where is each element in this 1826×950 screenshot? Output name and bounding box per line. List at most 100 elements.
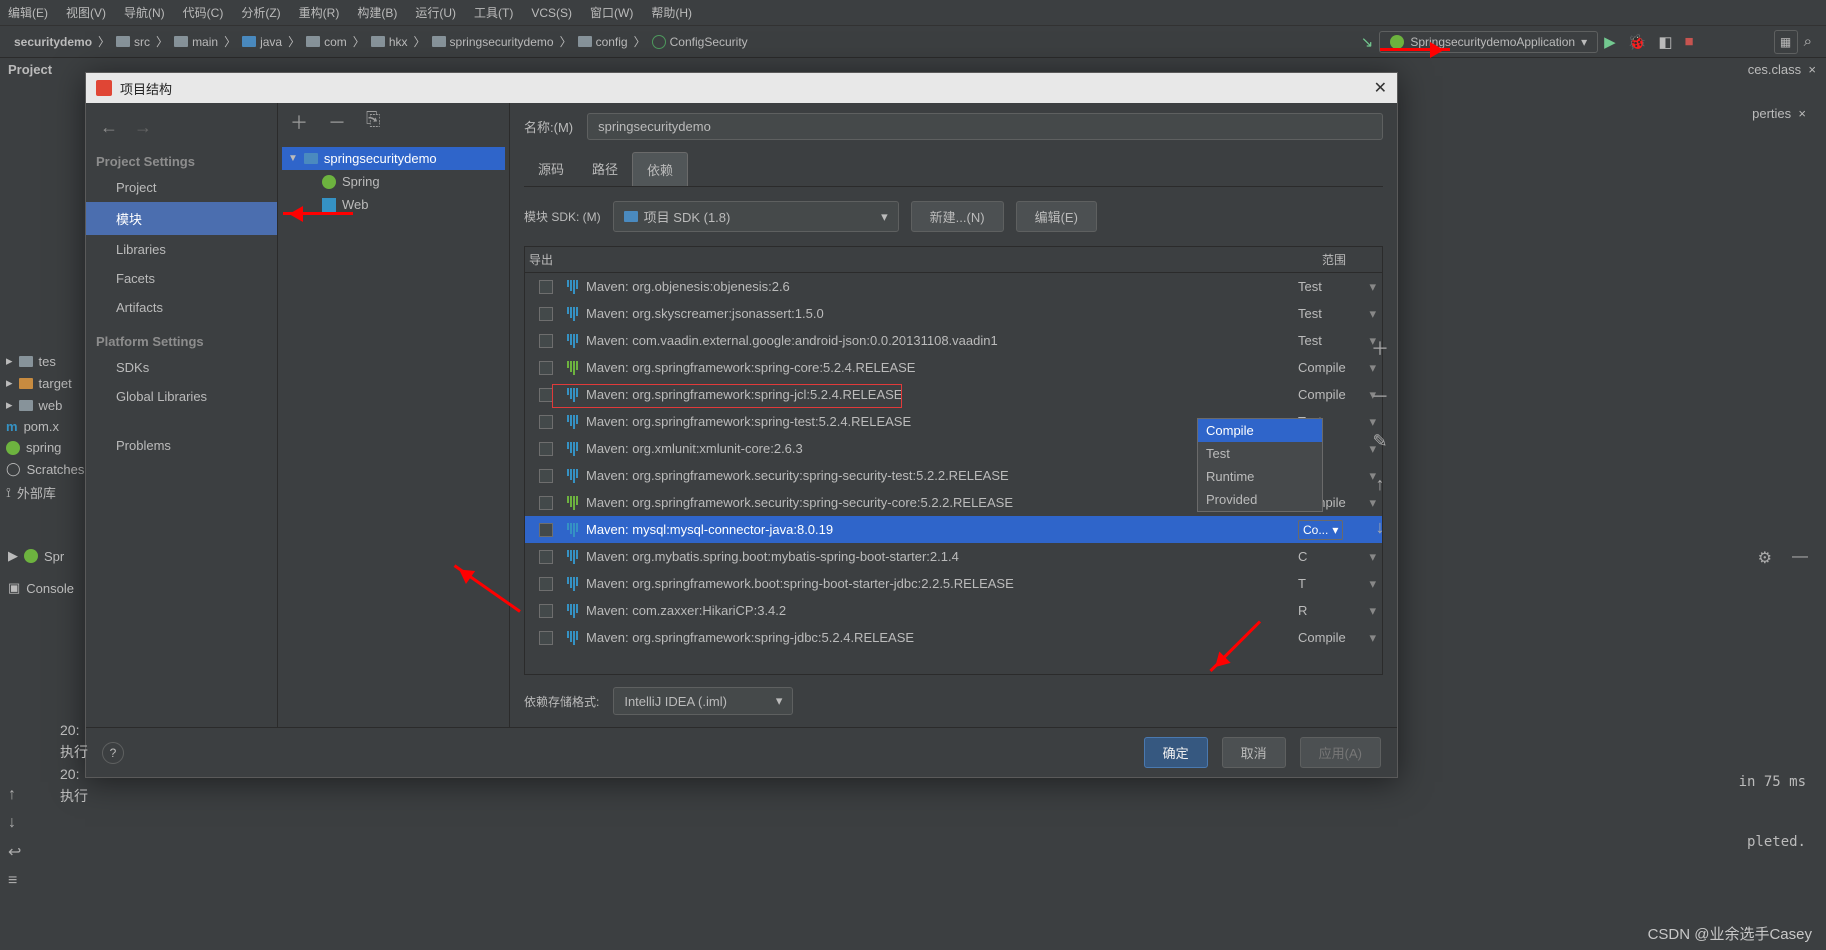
export-checkbox[interactable] [539, 415, 553, 429]
breadcrumb-hkx[interactable]: hkx [365, 35, 414, 49]
tab-paths[interactable]: 路径 [578, 152, 632, 186]
menu-code[interactable]: 代码(C) [183, 4, 224, 21]
scope-select[interactable]: Co... ▾ [1298, 520, 1343, 540]
dep-up-icon[interactable]: ↑ [1376, 474, 1385, 495]
module-root[interactable]: ▼springsecuritydemo [282, 147, 505, 170]
dep-scope[interactable]: Compile ▾ [1292, 630, 1382, 646]
export-checkbox[interactable] [539, 631, 553, 645]
dep-down-icon[interactable]: ↓ [1376, 517, 1385, 538]
menu-view[interactable]: 视图(V) [66, 4, 106, 21]
forward-icon[interactable]: → [134, 117, 152, 138]
export-checkbox[interactable] [539, 469, 553, 483]
gear-icon[interactable]: ⚙ [1758, 548, 1772, 568]
sdk-new-button[interactable]: 新建...(N) [911, 201, 1004, 232]
nav-problems[interactable]: Problems [86, 431, 277, 460]
export-checkbox[interactable] [539, 388, 553, 402]
breadcrumb-config[interactable]: config [572, 35, 634, 49]
breadcrumb-main[interactable]: main [168, 35, 224, 49]
collapse-icon[interactable]: — [1792, 548, 1808, 568]
nav-libraries[interactable]: Libraries [86, 235, 277, 264]
dep-add-icon[interactable]: ＋ [1371, 335, 1389, 361]
add-icon[interactable]: ＋ [290, 109, 308, 135]
export-checkbox[interactable] [539, 334, 553, 348]
close-icon[interactable]: ✕ [1374, 78, 1387, 98]
tree-spring[interactable]: spring [6, 437, 84, 458]
dep-row[interactable]: Maven: org.objenesis:objenesis:2.6 Test … [525, 273, 1382, 300]
export-checkbox[interactable] [539, 496, 553, 510]
dep-scope[interactable]: C ▾ [1292, 549, 1382, 565]
export-checkbox[interactable] [539, 577, 553, 591]
export-checkbox[interactable] [539, 361, 553, 375]
breadcrumb-class[interactable]: ConfigSecurity [646, 35, 754, 49]
facet-spring[interactable]: Spring [282, 170, 505, 193]
run-tab[interactable]: ▶ Spr [8, 548, 64, 564]
menu-window[interactable]: 窗口(W) [590, 4, 633, 21]
dep-scope[interactable]: R ▾ [1292, 603, 1382, 619]
dep-row[interactable]: Maven: org.springframework.boot:spring-b… [525, 570, 1382, 597]
dep-scope[interactable]: Test ▾ [1292, 279, 1382, 295]
nav-global-libs[interactable]: Global Libraries [86, 382, 277, 411]
menu-help[interactable]: 帮助(H) [651, 4, 692, 21]
remove-icon[interactable]: － [328, 109, 346, 135]
store-select[interactable]: IntelliJ IDEA (.iml)▾ [613, 687, 793, 715]
tree-web[interactable]: ▸ web [6, 394, 84, 416]
scope-opt-runtime[interactable]: Runtime [1198, 465, 1322, 488]
scope-opt-test[interactable]: Test [1198, 442, 1322, 465]
dep-scope[interactable]: T ▾ [1292, 576, 1382, 592]
menu-nav[interactable]: 导航(N) [124, 4, 165, 21]
export-checkbox[interactable] [539, 604, 553, 618]
play-icon[interactable]: ▶ [1598, 33, 1622, 51]
editor-tab-2[interactable]: perties × [1752, 106, 1806, 121]
module-name-input[interactable] [587, 113, 1383, 140]
hammer-icon[interactable]: ↘ [1355, 33, 1380, 51]
tab-dependencies[interactable]: 依赖 [632, 152, 688, 186]
sdk-select[interactable]: 项目 SDK (1.8)▾ [613, 201, 899, 232]
dep-row[interactable]: Maven: com.zaxxer:HikariCP:3.4.2 R ▾ [525, 597, 1382, 624]
breadcrumb-com[interactable]: com [300, 35, 353, 49]
project-structure-icon[interactable]: ▦ [1774, 30, 1798, 54]
dep-row[interactable]: Maven: org.skyscreamer:jsonassert:1.5.0 … [525, 300, 1382, 327]
breadcrumb-src[interactable]: src [110, 35, 156, 49]
menu-vcs[interactable]: VCS(S) [531, 6, 572, 20]
nav-sdks[interactable]: SDKs [86, 353, 277, 382]
breadcrumb-java[interactable]: java [236, 35, 288, 49]
nav-artifacts[interactable]: Artifacts [86, 293, 277, 322]
tree-target[interactable]: ▸ target [6, 372, 84, 394]
scope-opt-compile[interactable]: Compile [1198, 419, 1322, 442]
menu-analyze[interactable]: 分析(Z) [241, 4, 280, 21]
dep-row[interactable]: Maven: org.springframework:spring-jcl:5.… [525, 381, 1382, 408]
export-checkbox[interactable] [539, 280, 553, 294]
export-checkbox[interactable] [539, 523, 553, 537]
menu-run[interactable]: 运行(U) [415, 4, 456, 21]
dep-remove-icon[interactable]: － [1371, 383, 1389, 409]
debug-icon[interactable]: 🐞 [1622, 33, 1653, 51]
menu-refactor[interactable]: 重构(R) [299, 4, 340, 21]
menu-edit[interactable]: 编辑(E) [8, 4, 48, 21]
dep-scope[interactable]: Test ▾ [1292, 306, 1382, 322]
search-icon[interactable]: ⌕ [1798, 33, 1818, 50]
nav-project[interactable]: Project [86, 173, 277, 202]
coverage-icon[interactable]: ◧ [1652, 33, 1678, 51]
dep-row[interactable]: Maven: mysql:mysql-connector-java:8.0.19… [525, 516, 1382, 543]
nav-facets[interactable]: Facets [86, 264, 277, 293]
sdk-edit-button[interactable]: 编辑(E) [1016, 201, 1097, 232]
tree-pom[interactable]: m pom.x [6, 416, 84, 437]
scope-opt-provided[interactable]: Provided [1198, 488, 1322, 511]
dep-row[interactable]: Maven: org.mybatis.spring.boot:mybatis-s… [525, 543, 1382, 570]
export-checkbox[interactable] [539, 442, 553, 456]
menu-build[interactable]: 构建(B) [357, 4, 397, 21]
export-checkbox[interactable] [539, 550, 553, 564]
tree-tes[interactable]: ▸ tes [6, 350, 84, 372]
export-checkbox[interactable] [539, 307, 553, 321]
tree-extlib[interactable]: ⟟ 外部库 [6, 480, 84, 505]
dep-edit-icon[interactable]: ✎ [1372, 431, 1387, 452]
dep-row[interactable]: Maven: org.springframework:spring-core:5… [525, 354, 1382, 381]
project-tool-title[interactable]: Project [8, 62, 52, 77]
stop-icon[interactable]: ■ [1679, 33, 1700, 50]
nav-modules[interactable]: 模块 [86, 202, 277, 235]
tab-sources[interactable]: 源码 [524, 152, 578, 186]
tree-scratch[interactable]: ◯ Scratches [6, 458, 84, 480]
editor-tab[interactable]: ces.class × [1748, 62, 1816, 77]
dep-row[interactable]: Maven: com.vaadin.external.google:androi… [525, 327, 1382, 354]
menu-tools[interactable]: 工具(T) [474, 4, 513, 21]
